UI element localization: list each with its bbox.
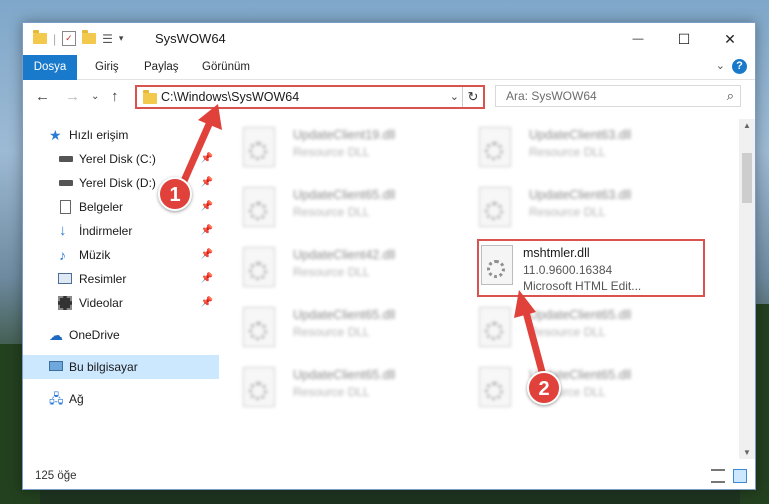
large-icons-view-icon[interactable] [733,469,747,483]
drive-icon [59,180,73,186]
close-button[interactable]: ✕ [707,23,753,55]
properties-icon[interactable]: ✓ [62,31,77,46]
dll-file-icon [243,307,275,347]
step-2-badge: 2 [527,371,561,405]
file-item[interactable]: UpdateClient63.dll Resource DLL [471,123,701,179]
scroll-up-icon[interactable]: ▲ [739,121,755,130]
search-placeholder: Ara: SysWOW64 [506,89,597,103]
file-item[interactable]: UpdateClient65.dll Resource DLL [235,183,465,239]
sidebar-item-onedrive[interactable]: ☁ OneDrive [23,323,219,347]
search-icon[interactable]: ⌕ [727,88,734,104]
pin-icon[interactable]: 📌 [201,267,213,291]
download-icon: ↓ [59,222,67,239]
details-view-icon[interactable] [711,469,725,483]
forward-button[interactable]: → [65,88,80,105]
address-bar[interactable]: C:\Windows\SysWOW64 ⌄ ↻ [135,85,485,109]
pin-icon[interactable]: 📌 [201,243,213,267]
dll-file-icon [243,127,275,167]
quick-access-toolbar: | ✓ ☰ ▾ [33,30,124,46]
sidebar-item-downloads[interactable]: ↓ İndirmeler 📌 [23,219,219,243]
separator: | [53,31,57,46]
back-button[interactable]: ← [35,88,50,105]
sidebar-item-music[interactable]: ♪ Müzik 📌 [23,243,219,267]
search-input[interactable]: Ara: SysWOW64 ⌕ [495,85,741,107]
file-item[interactable]: UpdateClient63.dll Resource DLL [471,183,701,239]
file-item[interactable]: UpdateClient65.dll Resource DLL [471,303,701,359]
step-1-badge: 1 [158,177,192,211]
documents-icon [60,200,71,214]
pictures-icon [58,273,72,284]
file-item[interactable]: UpdateClient19.dll Resource DLL [235,123,465,179]
pin-icon[interactable]: 📌 [201,171,213,195]
minimize-button[interactable]: — [615,23,661,55]
file-item[interactable]: UpdateClient65.dll Resource DLL [471,363,701,419]
dll-file-icon [243,367,275,407]
recent-locations-icon[interactable]: ⌄ [91,91,99,102]
file-list: UpdateClient19.dll Resource DLL UpdateCl… [235,119,737,459]
computer-icon [49,361,63,371]
highlight-box [477,239,705,297]
sidebar-item-quick-access[interactable]: ★ Hızlı erişim [23,123,219,147]
folder-icon [143,90,157,104]
customize-view-icon[interactable]: ☰ [102,32,113,46]
file-item[interactable]: UpdateClient42.dll Resource DLL [235,243,465,299]
tab-view[interactable]: Görünüm [202,55,250,79]
new-folder-icon[interactable] [82,30,97,44]
refresh-icon[interactable]: ↻ [462,87,483,107]
pin-icon[interactable]: 📌 [201,147,213,171]
videos-icon [58,296,72,310]
navigation-bar: ← → ⌄ ↑ C:\Windows\SysWOW64 ⌄ ↻ Ara: Sys… [23,80,755,116]
file-item[interactable]: UpdateClient65.dll Resource DLL [235,363,465,419]
address-path: C:\Windows\SysWOW64 [161,90,300,104]
qat-dropdown-icon[interactable]: ▾ [119,33,124,44]
chevron-down-icon[interactable]: ⌄ [716,59,725,72]
dll-file-icon [243,187,275,227]
item-count: 125 öğe [35,470,77,482]
scroll-down-icon[interactable]: ▼ [739,448,755,457]
navigation-pane: ★ Hızlı erişim Yerel Disk (C:) 📌 Yerel D… [23,119,219,459]
folder-icon [33,30,47,44]
vertical-scrollbar[interactable]: ▲ ▼ [739,119,755,459]
dll-file-icon [479,187,511,227]
sidebar-item-local-disk-c[interactable]: Yerel Disk (C:) 📌 [23,147,219,171]
pin-icon[interactable]: 📌 [201,291,213,315]
network-icon: 🖧 [49,391,64,406]
title-bar: | ✓ ☰ ▾ SysWOW64 — ☐ ✕ [23,23,755,55]
tab-share[interactable]: Paylaş [144,55,179,79]
chevron-down-icon[interactable]: ⌄ [450,90,459,103]
sidebar-item-pictures[interactable]: Resimler 📌 [23,267,219,291]
up-button[interactable]: ↑ [111,88,119,105]
star-icon: ★ [49,127,62,143]
dll-file-icon [243,247,275,287]
tab-home[interactable]: Giriş [95,55,119,79]
help-icon[interactable]: ? [732,59,747,74]
sidebar-item-videos[interactable]: Videolar 📌 [23,291,219,315]
music-icon: ♪ [59,247,66,263]
explorer-window: | ✓ ☰ ▾ SysWOW64 — ☐ ✕ Dosya Giriş Payla… [22,22,756,490]
ribbon-tabs: Dosya Giriş Paylaş Görünüm ⌄ ? [23,55,755,111]
pin-icon[interactable]: 📌 [201,195,213,219]
file-item[interactable]: UpdateClient65.dll Resource DLL [235,303,465,359]
sidebar-item-network[interactable]: 🖧 Ağ [23,387,219,411]
cloud-icon: ☁ [49,327,63,343]
dll-file-icon [479,367,511,407]
dll-file-icon [479,307,511,347]
maximize-button[interactable]: ☐ [661,23,707,55]
pin-icon[interactable]: 📌 [201,219,213,243]
dll-file-icon [479,127,511,167]
sidebar-item-this-pc[interactable]: Bu bilgisayar [23,355,219,379]
drive-icon [59,156,73,162]
status-bar: 125 öğe [23,465,755,489]
window-title: SysWOW64 [155,31,226,46]
scroll-thumb[interactable] [742,153,752,203]
